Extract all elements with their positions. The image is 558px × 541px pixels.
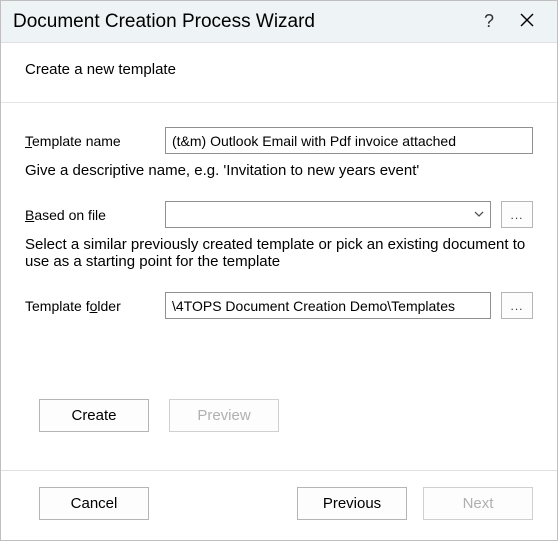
- template-name-label: Template name: [25, 133, 155, 149]
- based-on-label: Based on file: [25, 207, 155, 223]
- template-name-hint: Give a descriptive name, e.g. 'Invitatio…: [25, 162, 533, 179]
- form-body: Template name Give a descriptive name, e…: [1, 103, 557, 470]
- create-button[interactable]: Create: [39, 399, 149, 432]
- close-button[interactable]: [507, 6, 547, 38]
- template-folder-browse-button[interactable]: ...: [501, 292, 533, 319]
- template-folder-label: Template folder: [25, 298, 155, 314]
- template-folder-row: Template folder ...: [25, 292, 533, 319]
- titlebar: Document Creation Process Wizard ?: [1, 1, 557, 43]
- window-title: Document Creation Process Wizard: [13, 11, 471, 33]
- based-on-combobox[interactable]: [165, 201, 491, 228]
- based-on-row: Based on file ...: [25, 201, 533, 228]
- based-on-browse-button[interactable]: ...: [501, 201, 533, 228]
- template-name-row: Template name: [25, 127, 533, 154]
- template-folder-input[interactable]: [165, 292, 491, 319]
- template-name-input[interactable]: [165, 127, 533, 154]
- previous-button[interactable]: Previous: [297, 487, 407, 520]
- wizard-dialog: Document Creation Process Wizard ? Creat…: [0, 0, 558, 541]
- based-on-combo-wrap: [165, 201, 491, 228]
- cancel-button[interactable]: Cancel: [39, 487, 149, 520]
- footer: Cancel Previous Next: [1, 470, 557, 540]
- preview-button[interactable]: Preview: [169, 399, 279, 432]
- next-button[interactable]: Next: [423, 487, 533, 520]
- subheader: Create a new template: [1, 43, 557, 103]
- based-on-hint: Select a similar previously created temp…: [25, 236, 533, 270]
- mid-actions: Create Preview: [39, 399, 533, 432]
- help-button[interactable]: ?: [471, 6, 507, 38]
- close-icon: [520, 13, 534, 30]
